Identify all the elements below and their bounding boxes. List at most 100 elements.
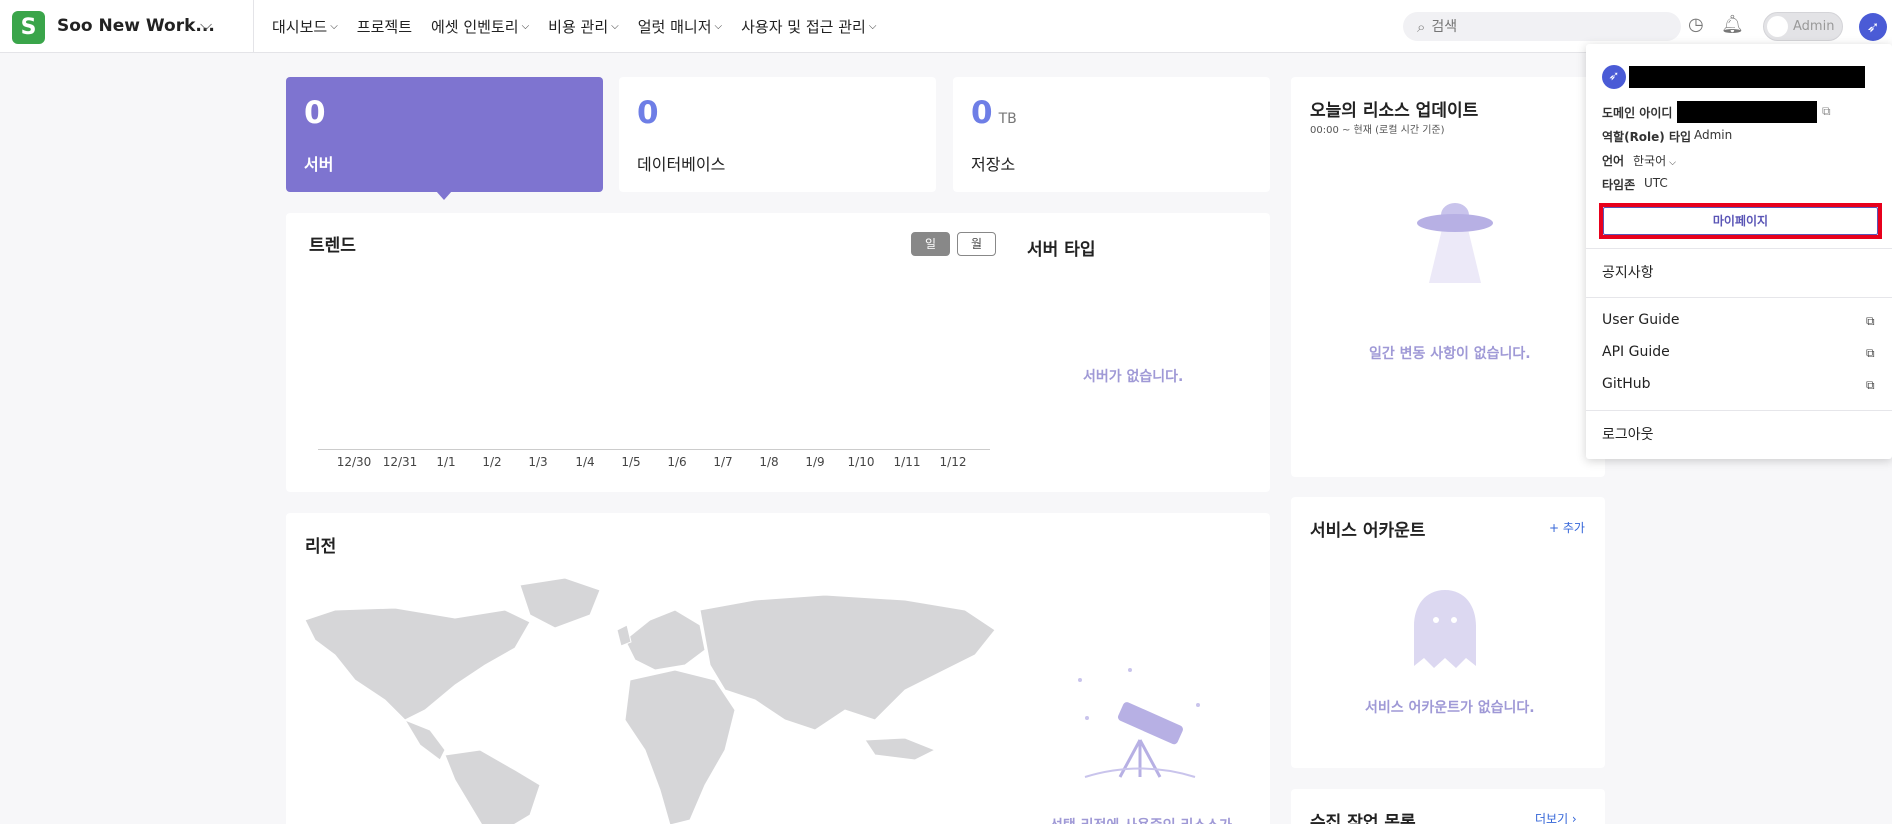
user-avatar-small: ➶ [1602,65,1626,89]
user-guide-menu-item[interactable]: User Guide [1602,312,1679,328]
global-nav: 대시보드 ⌵ 프로젝트 에셋 인벤토리 ⌵ 비용 관리 ⌵ 얼럿 매니저 ⌵ 사용자 및… [272,0,895,53]
trend-x-axis [318,449,990,450]
x-tick-label: 1/5 [621,455,641,469]
stat-card-storage[interactable]: 0 TB 저장소 [953,77,1270,192]
tripod-leg [1138,739,1162,778]
redacted-domain-id [1677,101,1817,123]
workspace-selector[interactable]: S Soo New Work... ⌵ [0,0,254,53]
logout-menu-item[interactable]: 로그아웃 [1602,424,1654,444]
day-toggle-button[interactable]: 일 [911,232,950,256]
collect-jobs-more-link[interactable]: 더보기 › [1535,810,1577,824]
nav-cost-management[interactable]: 비용 관리 ⌵ [548,16,619,37]
notice-menu-item[interactable]: 공지사항 [1602,262,1654,282]
language-select[interactable]: 한국어 ⌵ [1633,152,1676,169]
star [1196,703,1200,707]
admin-mode-toggle[interactable]: Admin [1763,12,1843,41]
trend-card [286,213,1270,492]
stat-card-database[interactable]: 0 데이터베이스 [619,77,936,192]
redacted-user-name [1629,66,1865,88]
admin-toggle-label: Admin [1793,19,1835,34]
workspace-logo: S [12,11,45,44]
world-map[interactable] [305,570,995,824]
nav-alert-manager[interactable]: 얼럿 매니저 ⌵ [638,16,722,37]
role-type-label: 역할(Role) 타입 [1602,130,1692,144]
storage-value: 0 TB [971,95,1017,131]
tripod-leg [1118,739,1142,778]
star [1085,716,1089,720]
resource-updates-title: 오늘의 리소스 업데이트 [1310,101,1479,121]
github-menu-item[interactable]: GitHub [1602,376,1651,392]
stat-card-server[interactable]: 0 서버 [286,77,603,192]
external-link-icon: ⧉ [1866,346,1875,360]
language-value: 한국어 [1633,154,1667,168]
nav-label: 대시보드 [272,18,328,36]
search-icon: ⌕ [1417,17,1426,36]
x-tick-label: 1/7 [713,455,733,469]
nav-dashboard[interactable]: 대시보드 ⌵ [272,16,338,37]
server-count: 0 [304,95,326,131]
menu-divider [1586,248,1892,249]
x-tick-label: 12/30 [336,455,372,469]
map-asia [699,594,995,731]
chevron-down-icon: ⌵ [330,21,338,32]
workspace-name[interactable]: Soo New Work... [57,16,215,36]
chevron-down-icon: ⌵ [521,21,530,32]
bell-icon[interactable]: 🔔︎ [1721,14,1744,35]
recent-history-icon[interactable]: ◷ [1688,14,1704,35]
chevron-down-icon: ⌵ [868,21,877,32]
x-tick-label: 1/4 [575,455,595,469]
ufo-body [1417,214,1493,232]
map-africa [624,669,736,824]
external-link-icon: ⧉ [1866,378,1875,392]
toggle-knob [1767,16,1788,37]
map-greenland [519,577,601,629]
active-card-pointer [436,191,452,200]
user-avatar[interactable]: ➶ [1859,13,1887,41]
collect-jobs-title: 수집 작업 목록 [1310,813,1416,824]
nav-project[interactable]: 프로젝트 [357,16,412,37]
trend-title: 트렌드 [309,236,356,256]
user-menu-dropdown: ➶ 도메인 아이디 ⧉ 역할(Role) 타입 Admin 언어 한국어 ⌵ 타임… [1586,44,1892,459]
domain-id-label: 도메인 아이디 [1602,106,1673,120]
storage-count: 0 [971,95,993,131]
ghost-eye [1451,617,1457,623]
mypage-button[interactable]: 마이페이지 [1603,207,1878,235]
ufo-beam [1429,225,1481,283]
language-label: 언어 [1602,154,1625,168]
resource-updates-empty-message: 일간 변동 사항이 없습니다. [1369,346,1531,362]
server-type-empty-message: 서버가 없습니다. [1083,369,1184,385]
search-box[interactable]: ⌕ [1403,12,1681,41]
map-europe [624,609,706,671]
month-toggle-button[interactable]: 월 [957,232,996,256]
x-tick-label: 1/9 [805,455,825,469]
ufo-illustration [1417,203,1493,283]
chevron-down-icon: ⌵ [611,21,619,32]
map-north-america [305,607,531,721]
x-tick-label: 12/31 [382,455,418,469]
chevron-down-icon[interactable]: ⌵ [200,15,212,35]
resource-updates-subtitle: 00:00 ~ 현재 (로컬 시간 기준) [1310,125,1445,136]
x-tick-label: 1/6 [667,455,687,469]
ghost-illustration [1414,590,1476,668]
star [1128,668,1132,672]
nav-label: 얼럿 매니저 [637,18,712,36]
map-indonesia [864,737,937,761]
nav-label: 비용 관리 [548,18,609,36]
map-central-america [403,718,446,761]
external-link-icon: ⧉ [1866,314,1875,328]
nav-iam[interactable]: 사용자 및 접근 관리 ⌵ [741,16,876,37]
nav-asset-inventory[interactable]: 에셋 인벤토리 ⌵ [431,16,529,37]
server-label: 서버 [304,155,334,174]
region-empty-message: 선택 리전에 사용중인 리소스가 [1050,815,1232,824]
role-type-value: Admin [1694,128,1733,142]
search-input[interactable] [1431,18,1662,35]
api-guide-menu-item[interactable]: API Guide [1602,344,1670,360]
ghost-eye [1433,617,1439,623]
x-tick-label: 1/12 [939,455,967,469]
copy-icon[interactable]: ⧉ [1822,104,1831,119]
service-account-title: 서비스 어카운트 [1310,521,1426,541]
chevron-down-icon: ⌵ [1669,158,1676,168]
add-service-account-button[interactable]: + 추가 [1549,519,1585,536]
map-uk [616,624,632,647]
storage-unit: TB [998,111,1017,127]
